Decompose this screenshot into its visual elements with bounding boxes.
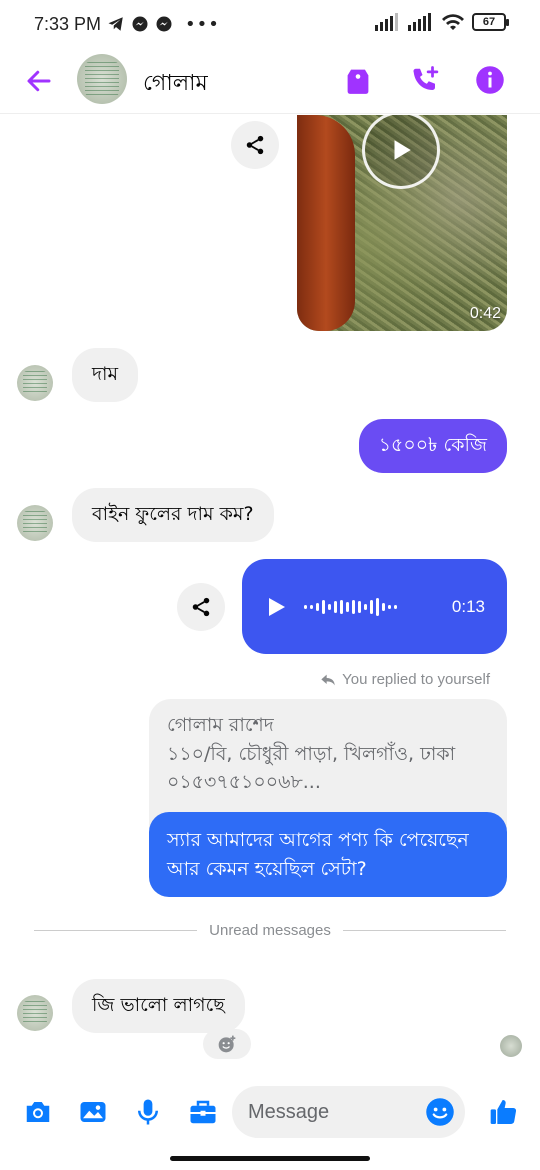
signal-icon [408,13,431,31]
voice-record-button[interactable] [130,1094,166,1130]
more-notifications-icon: ••• [185,13,220,35]
wifi-icon [442,14,464,30]
unread-divider: Unread messages [34,918,507,942]
play-icon [394,140,411,160]
like-button[interactable] [486,1094,522,1130]
video-duration: 0:42 [469,305,501,322]
add-reaction-icon [218,1035,236,1053]
call-button[interactable] [407,62,443,98]
camera-button[interactable] [20,1094,56,1130]
sender-avatar[interactable] [17,365,53,401]
briefcase-icon [190,1100,216,1124]
battery-level: 67 [482,16,496,28]
contact-name[interactable]: গোলাম [143,66,208,103]
message-input[interactable]: Message [232,1086,465,1138]
phone-add-icon [413,66,439,90]
quoted-message[interactable]: গোলাম রাশেদ ১১০/বি, চৌধুরী পাড়া, খিলগাঁ… [149,699,507,829]
back-button[interactable] [22,64,56,98]
camera-icon [26,1102,50,1122]
share-video-button[interactable] [231,121,279,169]
status-bar: 7:33 PM ••• 67 [0,0,540,48]
play-video-button[interactable] [362,115,440,189]
info-icon [476,66,504,94]
message-composer: Message [0,1082,540,1142]
message-list[interactable]: 0:42 দাম ১৫০০৳ কেজি বাইন ফুলের দাম কম? 0… [0,115,540,1075]
tag-icon [347,69,369,94]
telegram-icon [108,17,123,31]
audio-waveform [304,597,397,616]
sender-avatar[interactable] [17,995,53,1031]
signal-icon [375,13,398,31]
reply-context-label: You replied to yourself [320,671,490,688]
incoming-message[interactable]: বাইন ফুলের দাম কম? [72,488,274,542]
share-icon [192,597,210,617]
share-audio-button[interactable] [177,583,225,631]
system-icons: 67 [375,13,509,31]
seen-indicator-avatar [500,1035,522,1057]
reply-icon [321,674,335,685]
quoted-message-text: গোলাম রাশেদ ১১০/বি, চৌধুরী পাড়া, খিলগাঁ… [167,714,456,793]
info-button[interactable] [472,62,508,98]
video-thumbnail-object [297,115,355,331]
gallery-button[interactable] [75,1094,111,1130]
notification-icons: ••• [107,14,220,35]
video-message[interactable]: 0:42 [297,115,507,331]
contact-avatar[interactable] [77,54,127,104]
emoji-icon[interactable] [425,1097,455,1127]
reply-context-text: You replied to yourself [342,671,490,688]
home-indicator[interactable] [170,1156,370,1161]
message-input-placeholder: Message [248,1100,330,1123]
messenger-icon [132,16,148,32]
incoming-message[interactable]: দাম [72,348,139,402]
conversation-header: গোলাম [0,48,540,114]
sender-avatar[interactable] [17,505,53,541]
business-tools-button[interactable] [185,1094,221,1130]
status-time: 7:33 PM [34,13,102,34]
image-icon [80,1102,106,1122]
thumbs-up-icon [490,1100,517,1125]
battery-icon: 67 [472,13,509,31]
label-button[interactable] [340,62,376,98]
voice-message[interactable]: 0:13 [242,559,507,654]
add-reaction-button[interactable] [203,1029,251,1059]
outgoing-message[interactable]: ১৫০০৳ কেজি [358,419,507,473]
unread-divider-label: Unread messages [209,921,331,939]
back-arrow-icon [27,70,51,92]
outgoing-reply-message[interactable]: স্যার আমাদের আগের পণ্য কি পেয়েছেন আর কে… [149,812,507,897]
share-icon [246,135,264,155]
microphone-icon [138,1099,158,1125]
messenger-icon [156,16,172,32]
audio-duration: 0:13 [451,596,485,616]
play-audio-icon[interactable] [264,595,288,619]
incoming-message[interactable]: জি ভালো লাগছে [72,979,245,1033]
